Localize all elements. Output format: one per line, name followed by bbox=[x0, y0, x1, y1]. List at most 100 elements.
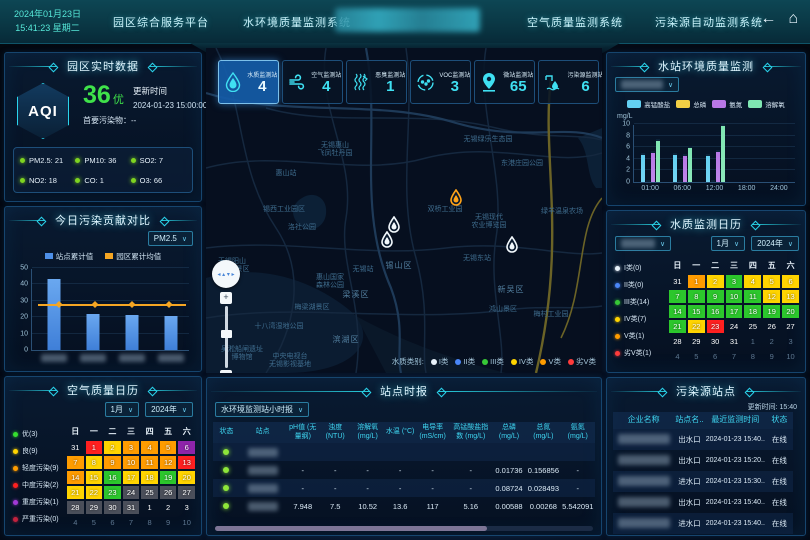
calendar-day[interactable]: 31 bbox=[726, 335, 743, 348]
map-marker-water[interactable] bbox=[381, 231, 394, 253]
calendar-day[interactable]: 4 bbox=[141, 441, 158, 454]
table-row[interactable]: 7.9487.510.5213.61175.160.005880.002685.… bbox=[213, 497, 595, 515]
calendar-day[interactable]: 3 bbox=[726, 275, 743, 288]
report-type-select[interactable]: 水环境监测站小时报∨ bbox=[215, 402, 309, 417]
calendar-day[interactable]: 10 bbox=[726, 290, 743, 303]
calendar-day[interactable]: 31 bbox=[669, 275, 686, 288]
calendar-day[interactable]: 28 bbox=[669, 335, 686, 348]
nav-park-platform[interactable]: 园区综合服务平台 bbox=[113, 14, 209, 30]
calendar-day[interactable]: 8 bbox=[86, 456, 103, 469]
calendar-day[interactable]: 5 bbox=[688, 350, 705, 363]
calendar-day[interactable]: 27 bbox=[178, 486, 195, 499]
calendar-day[interactable]: 20 bbox=[178, 471, 195, 484]
bar[interactable] bbox=[683, 154, 687, 182]
zoom-track[interactable] bbox=[225, 306, 228, 368]
calendar-day[interactable]: 8 bbox=[141, 516, 158, 529]
calendar-day[interactable]: 24 bbox=[123, 486, 140, 499]
month-select[interactable]: 1月∨ bbox=[711, 236, 746, 251]
map-filter-water-drop[interactable]: 水质监测站4 bbox=[218, 60, 279, 104]
bar[interactable] bbox=[673, 153, 677, 182]
calendar-day[interactable]: 14 bbox=[67, 471, 84, 484]
calendar-day[interactable]: 7 bbox=[123, 516, 140, 529]
calendar-day[interactable]: 7 bbox=[726, 350, 743, 363]
calendar-day[interactable]: 18 bbox=[141, 471, 158, 484]
table-row[interactable]: 出水口2024-01-23 15:20..在线 bbox=[613, 450, 793, 471]
bar[interactable] bbox=[716, 150, 720, 182]
map-marker-water[interactable] bbox=[506, 236, 519, 258]
station-select-redacted[interactable]: ∨ bbox=[615, 77, 679, 92]
legend-item[interactable]: 氨氮 bbox=[712, 99, 742, 109]
bar[interactable] bbox=[165, 316, 178, 350]
table-row[interactable]: 出水口2024-01-23 15:40..在线 bbox=[613, 492, 793, 513]
bar[interactable] bbox=[86, 314, 99, 350]
calendar-day[interactable]: 25 bbox=[744, 320, 761, 333]
year-select[interactable]: 2024年∨ bbox=[145, 402, 193, 417]
calendar-day[interactable]: 8 bbox=[688, 290, 705, 303]
calendar-day[interactable]: 2 bbox=[707, 275, 724, 288]
bar[interactable] bbox=[47, 279, 60, 350]
calendar-day[interactable]: 14 bbox=[669, 305, 686, 318]
calendar-day[interactable]: 13 bbox=[178, 456, 195, 469]
calendar-day[interactable]: 26 bbox=[763, 320, 780, 333]
calendar-day[interactable]: 7 bbox=[669, 290, 686, 303]
pollutant-select[interactable]: PM2.5∨ bbox=[148, 231, 193, 246]
calendar-day[interactable]: 23 bbox=[707, 320, 724, 333]
calendar-day[interactable]: 9 bbox=[763, 350, 780, 363]
calendar-day[interactable]: 26 bbox=[160, 486, 177, 499]
bar[interactable] bbox=[711, 180, 715, 182]
calendar-day[interactable]: 5 bbox=[160, 441, 177, 454]
table-row[interactable]: 进水口2024-01-23 15:40..在线 bbox=[613, 513, 793, 534]
calendar-day[interactable]: 13 bbox=[782, 290, 799, 303]
calendar-day[interactable]: 12 bbox=[763, 290, 780, 303]
calendar-day[interactable]: 2 bbox=[763, 335, 780, 348]
calendar-day[interactable]: 7 bbox=[67, 456, 84, 469]
calendar-day[interactable]: 18 bbox=[744, 305, 761, 318]
calendar-day[interactable]: 4 bbox=[67, 516, 84, 529]
calendar-day[interactable]: 21 bbox=[669, 320, 686, 333]
bar[interactable] bbox=[688, 146, 692, 182]
calendar-day[interactable]: 31 bbox=[67, 441, 84, 454]
calendar-day[interactable]: 3 bbox=[123, 441, 140, 454]
zoom-in-button[interactable]: + bbox=[220, 292, 232, 304]
calendar-day[interactable]: 28 bbox=[67, 501, 84, 514]
bar[interactable] bbox=[646, 180, 650, 182]
calendar-day[interactable]: 29 bbox=[86, 501, 103, 514]
map-filter-pin[interactable]: 微站监测站65 bbox=[474, 60, 535, 104]
calendar-day[interactable]: 11 bbox=[141, 456, 158, 469]
calendar-day[interactable]: 5 bbox=[86, 516, 103, 529]
calendar-day[interactable]: 22 bbox=[86, 486, 103, 499]
calendar-day[interactable]: 5 bbox=[763, 275, 780, 288]
calendar-day[interactable]: 10 bbox=[178, 516, 195, 529]
station-select-redacted[interactable]: ∨ bbox=[615, 236, 671, 251]
calendar-day[interactable]: 15 bbox=[86, 471, 103, 484]
calendar-day[interactable]: 11 bbox=[744, 290, 761, 303]
table-row[interactable]: 出水口2024-01-23 15:40..在线 bbox=[613, 429, 793, 450]
bar[interactable] bbox=[678, 180, 682, 182]
calendar-day[interactable]: 17 bbox=[726, 305, 743, 318]
legend-item[interactable]: 园区累计均值 bbox=[105, 251, 161, 262]
home-icon[interactable]: ⌂ bbox=[788, 10, 798, 28]
calendar-day[interactable]: 23 bbox=[104, 486, 121, 499]
calendar-day[interactable]: 1 bbox=[744, 335, 761, 348]
bar[interactable] bbox=[721, 124, 725, 182]
calendar-day[interactable]: 1 bbox=[86, 441, 103, 454]
table-row[interactable]: 进水口2024-01-23 15:30..在线 bbox=[613, 471, 793, 492]
calendar-day[interactable]: 16 bbox=[707, 305, 724, 318]
calendar-day[interactable]: 6 bbox=[178, 441, 195, 454]
nav-pollution-system[interactable]: 污染源自动监测系统 bbox=[655, 14, 763, 30]
calendar-day[interactable]: 1 bbox=[141, 501, 158, 514]
calendar-day[interactable]: 25 bbox=[141, 486, 158, 499]
legend-item[interactable]: 高锰酸盐 bbox=[627, 99, 670, 109]
calendar-day[interactable]: 20 bbox=[782, 305, 799, 318]
map-filter-wind[interactable]: 空气监测站4 bbox=[282, 60, 343, 104]
calendar-day[interactable]: 10 bbox=[123, 456, 140, 469]
map-marker-water-alert[interactable] bbox=[450, 189, 463, 211]
map-pan-control[interactable] bbox=[212, 260, 240, 288]
calendar-day[interactable]: 6 bbox=[104, 516, 121, 529]
table-row[interactable] bbox=[213, 443, 595, 461]
zoom-handle[interactable] bbox=[221, 330, 232, 338]
map-filter-voc[interactable]: VOC监测站3 bbox=[410, 60, 471, 104]
bar[interactable] bbox=[126, 315, 139, 350]
map[interactable]: 无锡惠山 飞凤牡丹园惠山站锡西工业园区洛社公园无锡绿乐生态园东港庄园公园绿羊温泉… bbox=[206, 48, 602, 373]
calendar-day[interactable]: 24 bbox=[726, 320, 743, 333]
